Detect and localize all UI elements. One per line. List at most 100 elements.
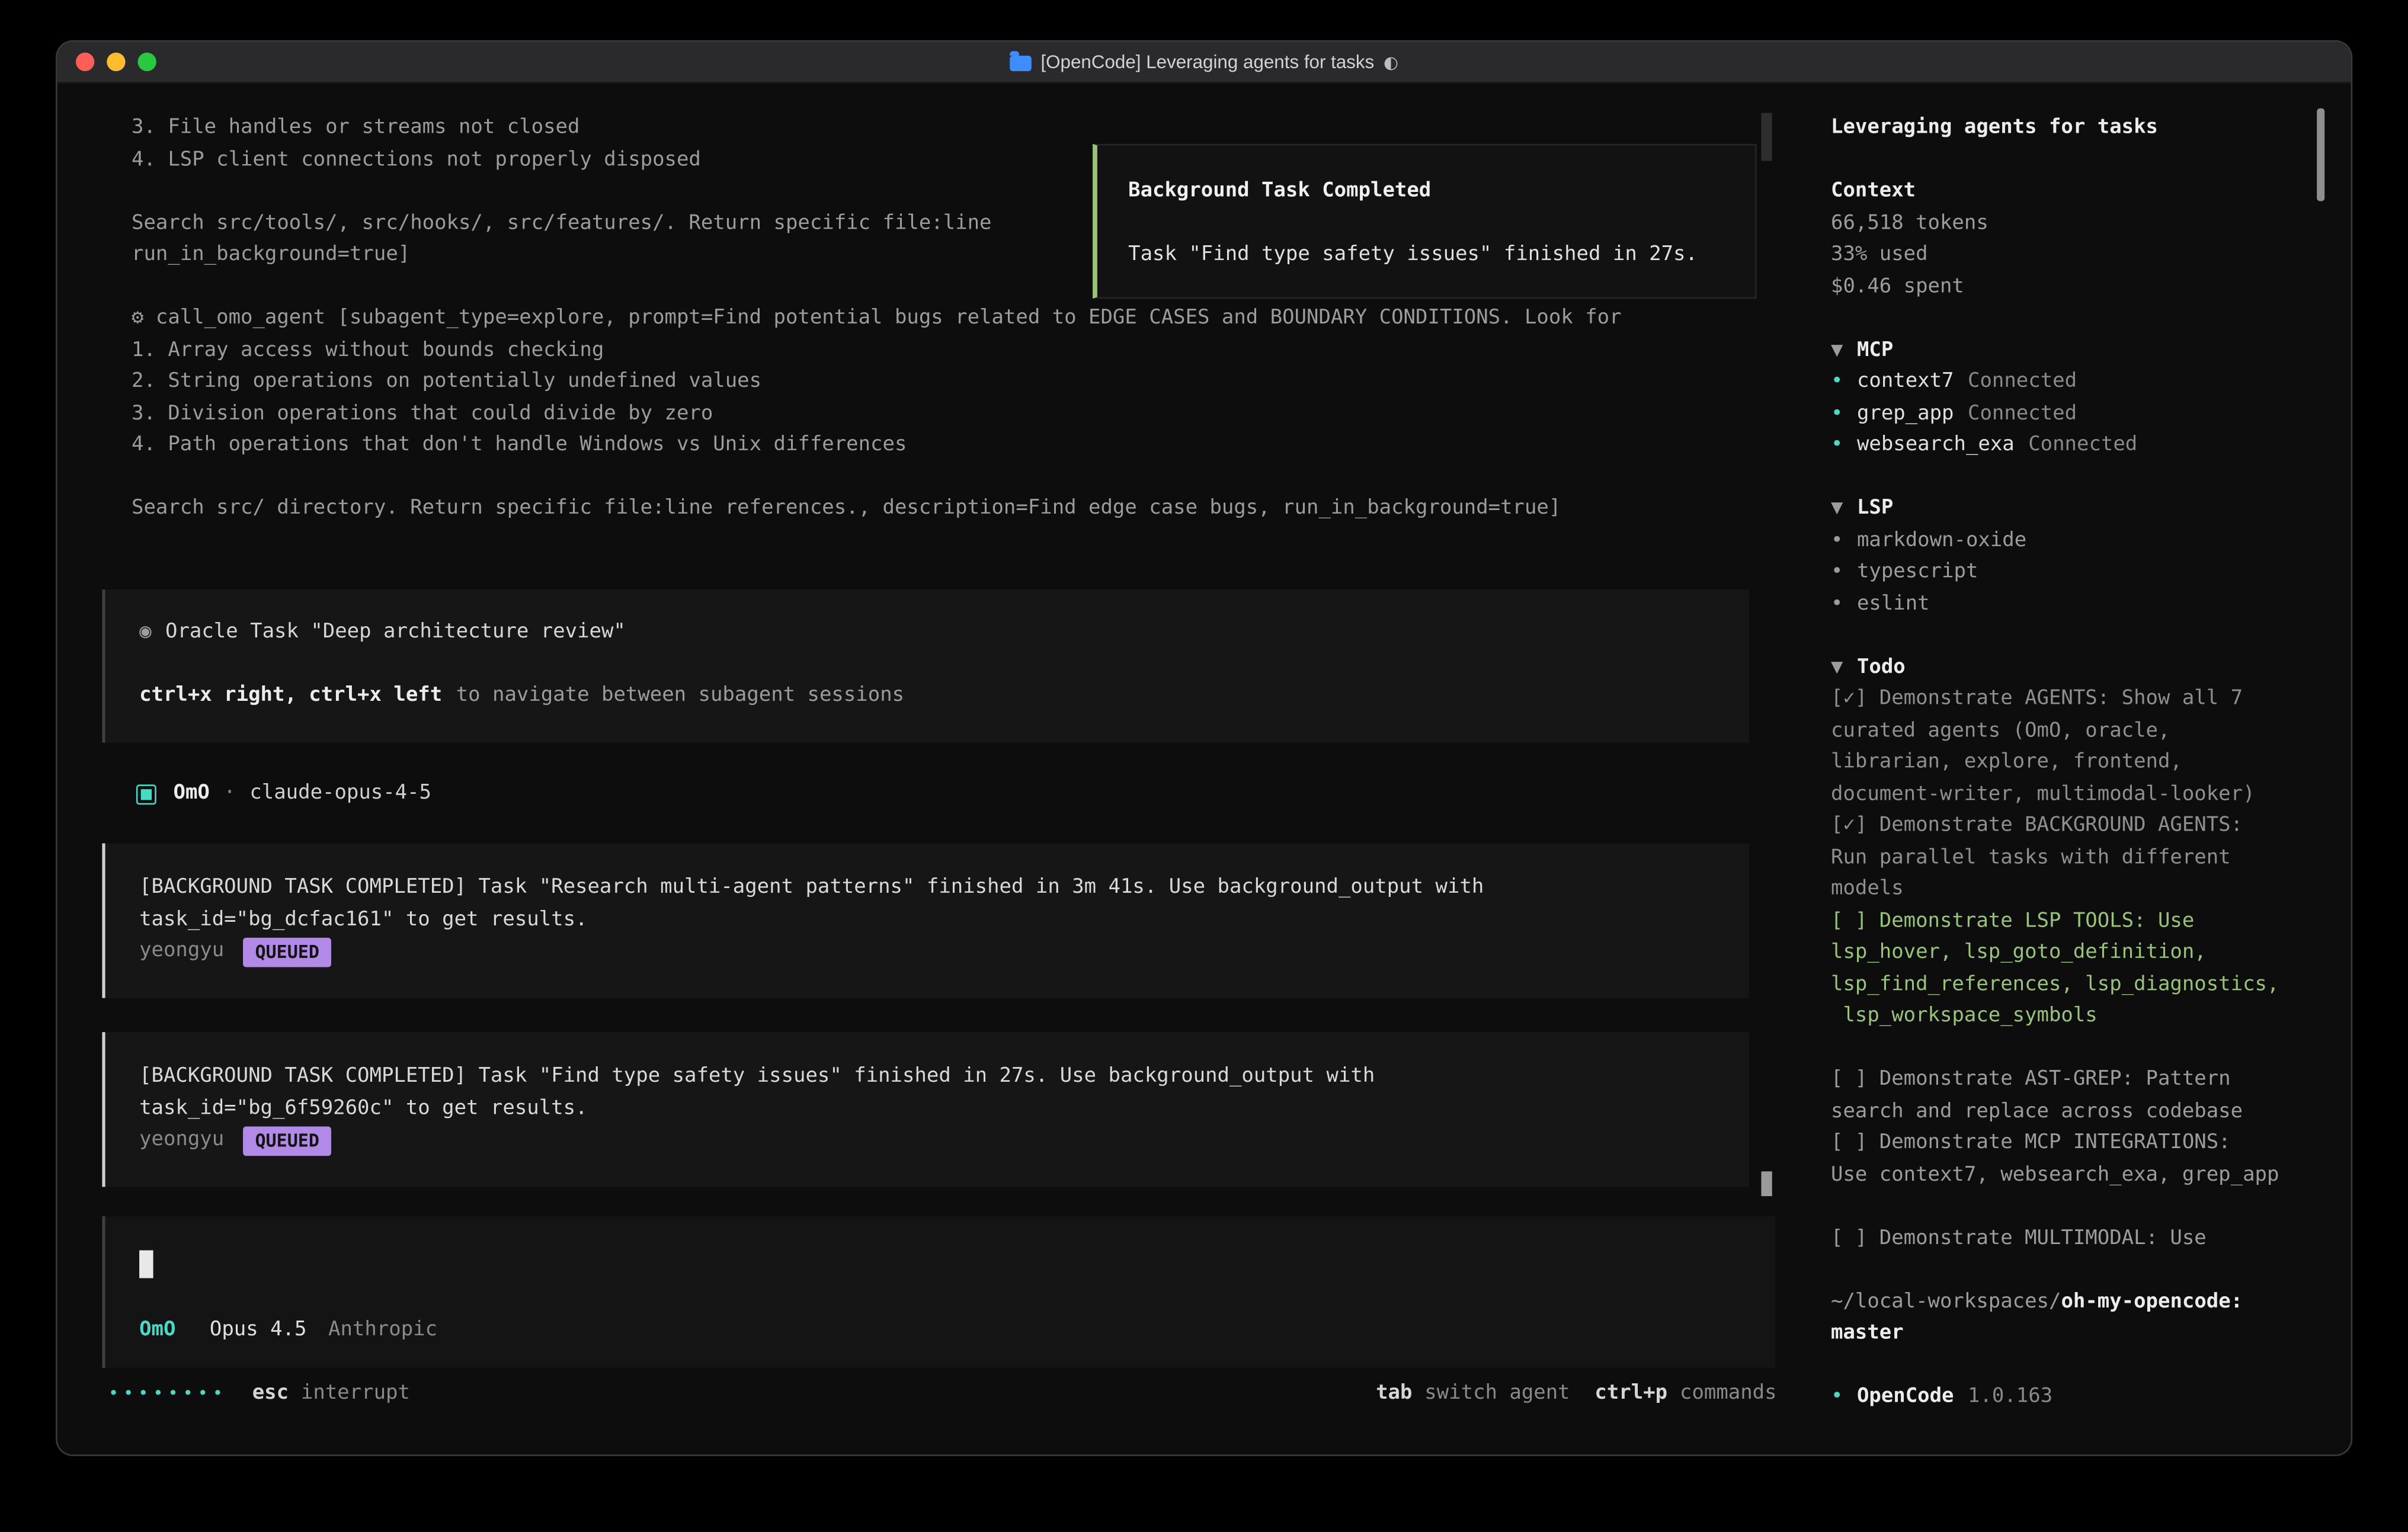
agent-checkbox-fill <box>141 789 152 799</box>
lsp-name: eslint <box>1857 592 1930 615</box>
chevron-down-icon: ▼ <box>1831 496 1843 520</box>
mcp-item-websearch-exa: • websearch_exa Connected <box>1831 430 2288 462</box>
todo-item: [ ] Demonstrate AST-GREP: Pattern search… <box>1831 1065 2288 1128</box>
status-dot-icon: • <box>1831 402 1843 425</box>
oracle-task-line: ◉ Oracle Task "Deep architecture review" <box>139 617 1749 649</box>
minimize-button[interactable] <box>107 53 125 71</box>
agent-model: claude-opus-4-5 <box>249 778 431 810</box>
traffic-lights <box>57 53 156 71</box>
todo-item: [✓] Demonstrate AGENTS: Show all 7 curat… <box>1831 684 2288 811</box>
lsp-name: markdown-oxide <box>1857 528 2026 552</box>
context-spent: $0.46 spent <box>1831 271 2288 303</box>
bullet-icon: • <box>1831 528 1843 552</box>
zoom-button[interactable] <box>137 53 156 71</box>
opencode-window: [OpenCode] Leveraging agents for tasks ◐… <box>57 42 2351 1455</box>
spinner-icon: •••••••• <box>108 1379 228 1411</box>
status-badge: QUEUED <box>243 937 332 967</box>
key-tab-label: switch agent <box>1424 1379 1570 1411</box>
bullet-icon: • <box>1831 592 1843 615</box>
status-dot-icon: • <box>1831 433 1843 456</box>
status-bar: •••••••• esc interrupt tab switch agent … <box>108 1379 1777 1409</box>
message-author: yeongyu <box>139 936 224 968</box>
window-content: 3. File handles or streams not closed 4.… <box>57 82 2351 1454</box>
background-task-notification: Background Task Completed Task "Find typ… <box>1093 144 1757 299</box>
key-ctrl-p: ctrl+p <box>1594 1379 1667 1411</box>
notification-title: Background Task Completed <box>1128 177 1755 209</box>
nav-keybindings: ctrl+x right, ctrl+x left <box>139 684 442 707</box>
session-sidebar: Leveraging agents for tasks Context 66,5… <box>1792 82 2351 1454</box>
sidebar-content: Leveraging agents for tasks Context 66,5… <box>1792 82 2288 1414</box>
titlebar[interactable]: [OpenCode] Leveraging agents for tasks ◐ <box>57 42 2351 84</box>
message-meta: yeongyu QUEUED <box>139 936 1749 968</box>
message-line: [BACKGROUND TASK COMPLETED] Task "Resear… <box>139 873 1749 905</box>
message-background-task-1: [BACKGROUND TASK COMPLETED] Task "Resear… <box>102 844 1749 998</box>
session-progress-icon: ◐ <box>1384 52 1398 72</box>
oracle-nav-hint: ctrl+x right, ctrl+x left to navigate bet… <box>139 681 1749 713</box>
message-line: task_id="bg_6f59260c" to get results. <box>139 1093 1749 1125</box>
chevron-down-icon: ▼ <box>1831 338 1843 361</box>
chevron-down-icon: ▼ <box>1831 655 1843 678</box>
sidebar-scrollbar-thumb[interactable] <box>2317 108 2324 201</box>
mcp-heading: MCP <box>1857 338 1893 361</box>
close-button[interactable] <box>76 53 94 71</box>
lsp-item-markdown-oxide: • markdown-oxide <box>1831 525 2288 557</box>
workspace-path-prefix: ~/local-workspaces/ <box>1831 1290 2061 1313</box>
agent-name: OmO <box>174 778 210 810</box>
window-title: [OpenCode] Leveraging agents for tasks ◐ <box>1010 42 1398 82</box>
message-meta: yeongyu QUEUED <box>139 1125 1749 1157</box>
record-icon: ◉ <box>139 620 151 643</box>
nav-hint-text: to navigate between subagent sessions <box>456 684 904 707</box>
lsp-section-header[interactable]: ▼ LSP <box>1831 493 2288 525</box>
key-esc: esc <box>252 1379 289 1411</box>
app-version-row: • OpenCode 1.0.163 <box>1831 1382 2288 1414</box>
app-version: 1.0.163 <box>1968 1385 2052 1408</box>
todo-item: [ ] Demonstrate MCP INTEGRATIONS: Use co… <box>1831 1128 2288 1191</box>
mcp-status: Connected <box>1968 370 2077 393</box>
chip-agent-name: OmO <box>139 1315 175 1347</box>
session-title: Leveraging agents for tasks <box>1831 113 2288 145</box>
agent-model-chip[interactable]: OmO Opus 4.5 Anthropic <box>139 1315 437 1347</box>
mcp-name: grep_app <box>1857 402 1954 425</box>
agent-checkbox-icon <box>136 784 156 804</box>
status-badge: QUEUED <box>243 1126 332 1156</box>
lsp-item-eslint: • eslint <box>1831 589 2288 621</box>
mcp-name: websearch_exa <box>1857 433 2015 456</box>
separator-dot: · <box>223 778 235 810</box>
status-right: tab switch agent ctrl+p commands <box>1376 1379 1777 1411</box>
folder-icon <box>1010 56 1032 71</box>
todo-item: [ ] Demonstrate LSP TOOLS: Use lsp_hover… <box>1831 906 2288 1033</box>
mcp-name: context7 <box>1857 370 1954 393</box>
oracle-task-panel: ◉Oracle Task "Deep architecture review" … <box>102 589 1749 743</box>
oracle-task-title: Oracle Task "Deep architecture review" <box>165 620 626 643</box>
main-scrollbar-thumb[interactable] <box>1761 113 1772 161</box>
prompt-input[interactable]: OmO Opus 4.5 Anthropic <box>102 1216 1775 1368</box>
app-name: OpenCode <box>1857 1385 1954 1408</box>
message-line: [BACKGROUND TASK COMPLETED] Task "Find t… <box>139 1062 1749 1094</box>
status-left: •••••••• esc interrupt <box>108 1379 410 1411</box>
context-used: 33% used <box>1831 240 2288 272</box>
spacer <box>139 649 1749 681</box>
notification-body: Task "Find type safety issues" finished … <box>1128 240 1755 272</box>
key-tab: tab <box>1376 1379 1412 1411</box>
context-tokens: 66,518 tokens <box>1831 208 2288 240</box>
todo-heading: Todo <box>1857 655 1906 678</box>
mcp-item-context7: •context7Connected <box>1831 367 2288 399</box>
todo-section-header[interactable]: ▼ Todo <box>1831 652 2288 684</box>
message-author: yeongyu <box>139 1125 224 1157</box>
mcp-status: Connected <box>1968 402 2077 425</box>
window-title-text: [OpenCode] Leveraging agents for tasks <box>1040 51 1374 73</box>
lsp-heading: LSP <box>1857 496 1893 520</box>
message-background-task-2: [BACKGROUND TASK COMPLETED] Task "Find t… <box>102 1032 1749 1187</box>
key-esc-label: interrupt <box>301 1379 410 1411</box>
agent-header: OmO · claude-opus-4-5 <box>136 778 431 809</box>
bullet-icon: • <box>1831 560 1843 584</box>
context-heading: Context <box>1831 177 2288 209</box>
bullet-icon: • <box>1831 1385 1843 1408</box>
todo-item: [ ] Demonstrate MULTIMODAL: Use <box>1831 1223 2288 1255</box>
lsp-item-typescript: • typescript <box>1831 557 2288 589</box>
chip-model-name: Opus 4.5 <box>210 1315 307 1347</box>
message-scrollbar-thumb[interactable] <box>1761 1171 1772 1196</box>
mcp-section-header[interactable]: ▼ MCP <box>1831 335 2288 367</box>
lsp-name: typescript <box>1857 560 1978 584</box>
mcp-status: Connected <box>2028 433 2137 456</box>
